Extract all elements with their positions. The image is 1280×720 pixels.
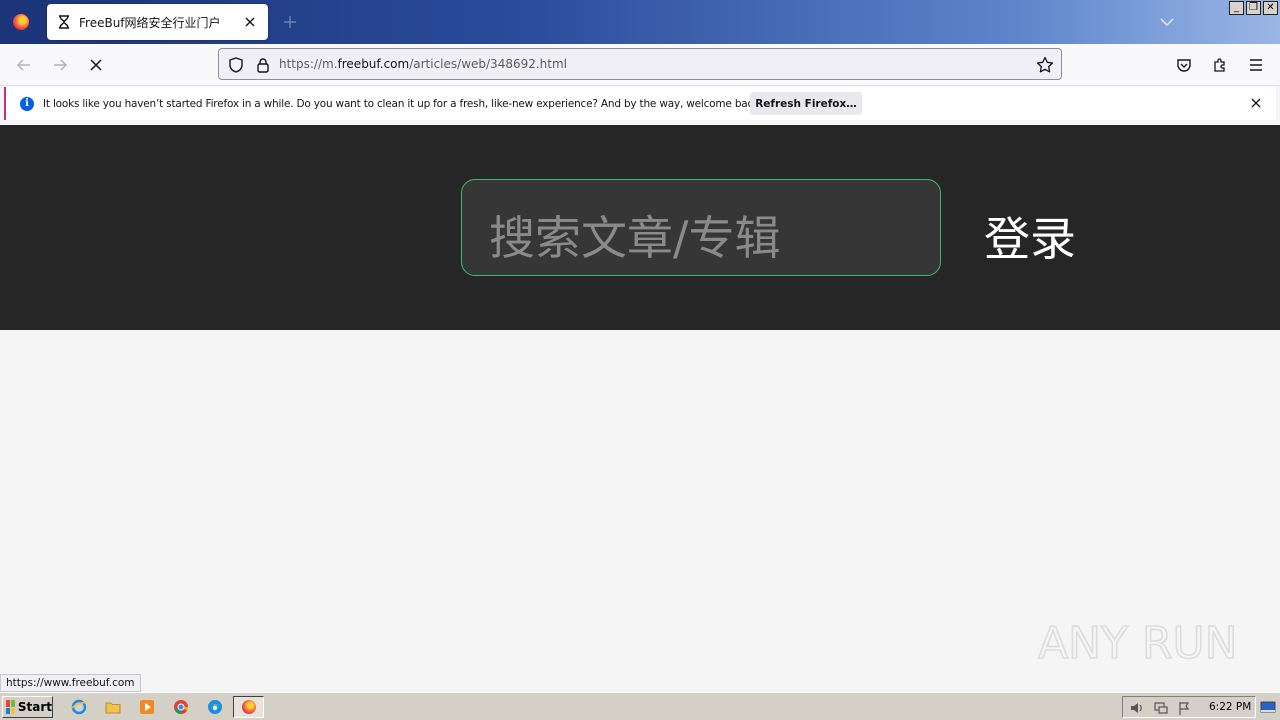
chrome-icon[interactable] xyxy=(172,698,190,716)
window-controls: _ ❐ ✕ xyxy=(1229,1,1278,15)
folder-icon[interactable] xyxy=(104,698,122,716)
login-link[interactable]: 登录 xyxy=(984,203,1076,269)
ie-icon[interactable] xyxy=(70,698,88,716)
info-icon: i xyxy=(20,96,34,111)
search-placeholder: 搜索文章/专辑 xyxy=(489,211,781,265)
anyrun-watermark-logo: ANY RUN xyxy=(1037,617,1236,670)
close-window-button[interactable]: ✕ xyxy=(1263,1,1278,15)
taskbar: Start 6:22 PM xyxy=(0,692,1280,720)
title-bar: FreeBuf网络安全行业门户 _ ❐ ✕ xyxy=(0,0,1280,44)
navigation-toolbar: https://m.freebuf.com/articles/web/34869… xyxy=(0,44,1280,86)
volume-icon[interactable] xyxy=(1129,700,1145,716)
bookmark-star-icon[interactable] xyxy=(1035,55,1055,75)
restore-button[interactable]: ❐ xyxy=(1246,1,1261,15)
start-label: Start xyxy=(17,700,52,714)
system-tray: 6:22 PM xyxy=(1122,696,1256,718)
clock: 6:22 PM xyxy=(1209,701,1252,713)
url-path: /articles/web/348692.html xyxy=(409,57,568,71)
tab-title: FreeBuf网络安全行业门户 xyxy=(79,15,221,30)
refresh-firefox-button[interactable]: Refresh Firefox… xyxy=(750,92,862,115)
url-host: freebuf.com xyxy=(337,57,410,71)
status-link-preview: https://www.freebuf.com xyxy=(0,674,141,692)
watermark-text: ANY RUN xyxy=(1038,618,1236,669)
extensions-puzzle-icon[interactable] xyxy=(1208,53,1232,77)
notification-message: It looks like you haven’t started Firefo… xyxy=(43,97,763,110)
firefox-icon xyxy=(241,700,256,714)
action-center-flag-icon[interactable] xyxy=(1177,700,1193,716)
back-arrow-icon[interactable] xyxy=(12,53,36,77)
start-button[interactable]: Start xyxy=(2,696,53,718)
hourglass-icon xyxy=(57,15,71,29)
taskbar-firefox-button[interactable] xyxy=(233,696,264,718)
firefox-menu-corner[interactable] xyxy=(0,0,42,44)
new-tab-plus-icon[interactable] xyxy=(280,12,300,32)
minimize-button[interactable]: _ xyxy=(1229,1,1244,15)
chevron-down-icon[interactable] xyxy=(1157,12,1177,32)
site-header: 搜索文章/专辑 登录 xyxy=(0,125,1280,330)
notification-bar: i It looks like you haven’t started Fire… xyxy=(4,87,1276,120)
tracking-shield-icon[interactable] xyxy=(227,56,245,74)
media-player-icon[interactable] xyxy=(138,698,156,716)
pocket-icon[interactable] xyxy=(1172,53,1196,77)
stop-loading-icon[interactable] xyxy=(84,53,108,77)
show-desktop-icon[interactable] xyxy=(1260,699,1276,715)
url-text[interactable]: https://m.freebuf.com/articles/web/34869… xyxy=(279,57,567,71)
hamburger-menu-icon[interactable] xyxy=(1244,53,1268,77)
lock-icon[interactable] xyxy=(254,56,272,74)
firefox-logo-icon xyxy=(13,14,29,30)
forward-arrow-icon[interactable] xyxy=(48,53,72,77)
tab-close-icon[interactable] xyxy=(242,14,258,30)
windows-flag-icon xyxy=(6,700,15,714)
network-icon[interactable] xyxy=(1153,700,1169,716)
edge-icon[interactable] xyxy=(206,698,224,716)
notification-close-icon[interactable] xyxy=(1248,95,1264,111)
url-prefix: https://m. xyxy=(279,57,338,71)
search-input[interactable]: 搜索文章/专辑 xyxy=(461,179,941,276)
address-bar[interactable]: https://m.freebuf.com/articles/web/34869… xyxy=(218,48,1062,80)
browser-tab[interactable]: FreeBuf网络安全行业门户 xyxy=(47,4,268,40)
